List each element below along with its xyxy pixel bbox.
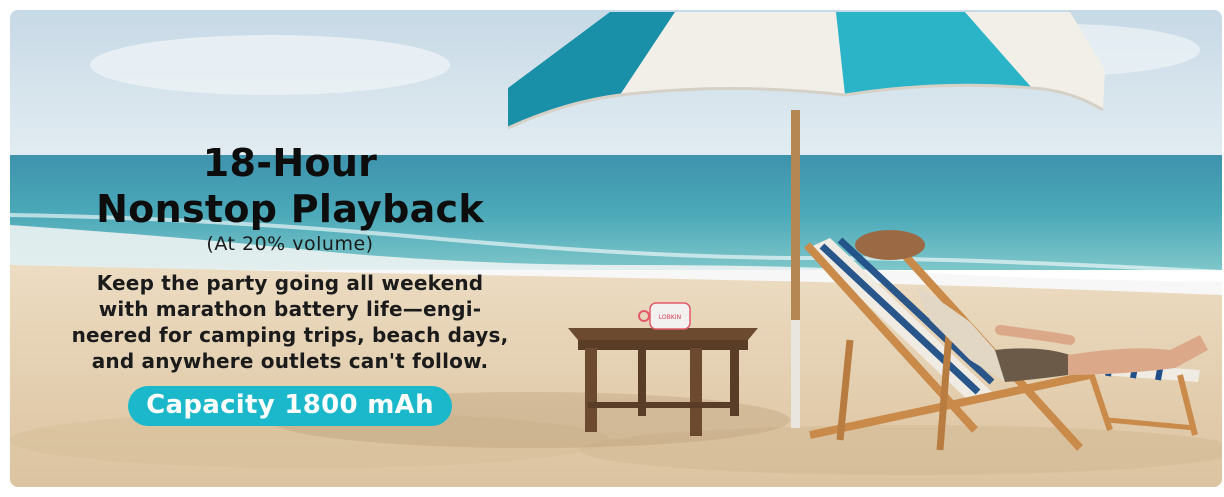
description: Keep the party going all weekend with ma… (70, 270, 510, 374)
capacity-badge: Capacity 1800 mAh (128, 386, 452, 426)
product-banner: LOBKIN 18-Hour Nonstop Playback (At 20% … (10, 10, 1222, 487)
description-line: Keep the party going all weekend (96, 271, 484, 295)
description-line: with marathon battery life—engi- (98, 297, 482, 321)
speaker-logo-text: LOBKIN (659, 314, 681, 321)
volume-note: (At 20% volume) (206, 233, 374, 255)
description-line: neered for camping trips, beach days, (71, 323, 509, 347)
description-line: and anywhere outlets can't follow. (91, 349, 489, 373)
headline-line-2: Nonstop Playback (96, 187, 484, 231)
promo-copy: 18-Hour Nonstop Playback (At 20% volume)… (70, 140, 510, 426)
headline-line-1: 18-Hour (202, 141, 378, 185)
